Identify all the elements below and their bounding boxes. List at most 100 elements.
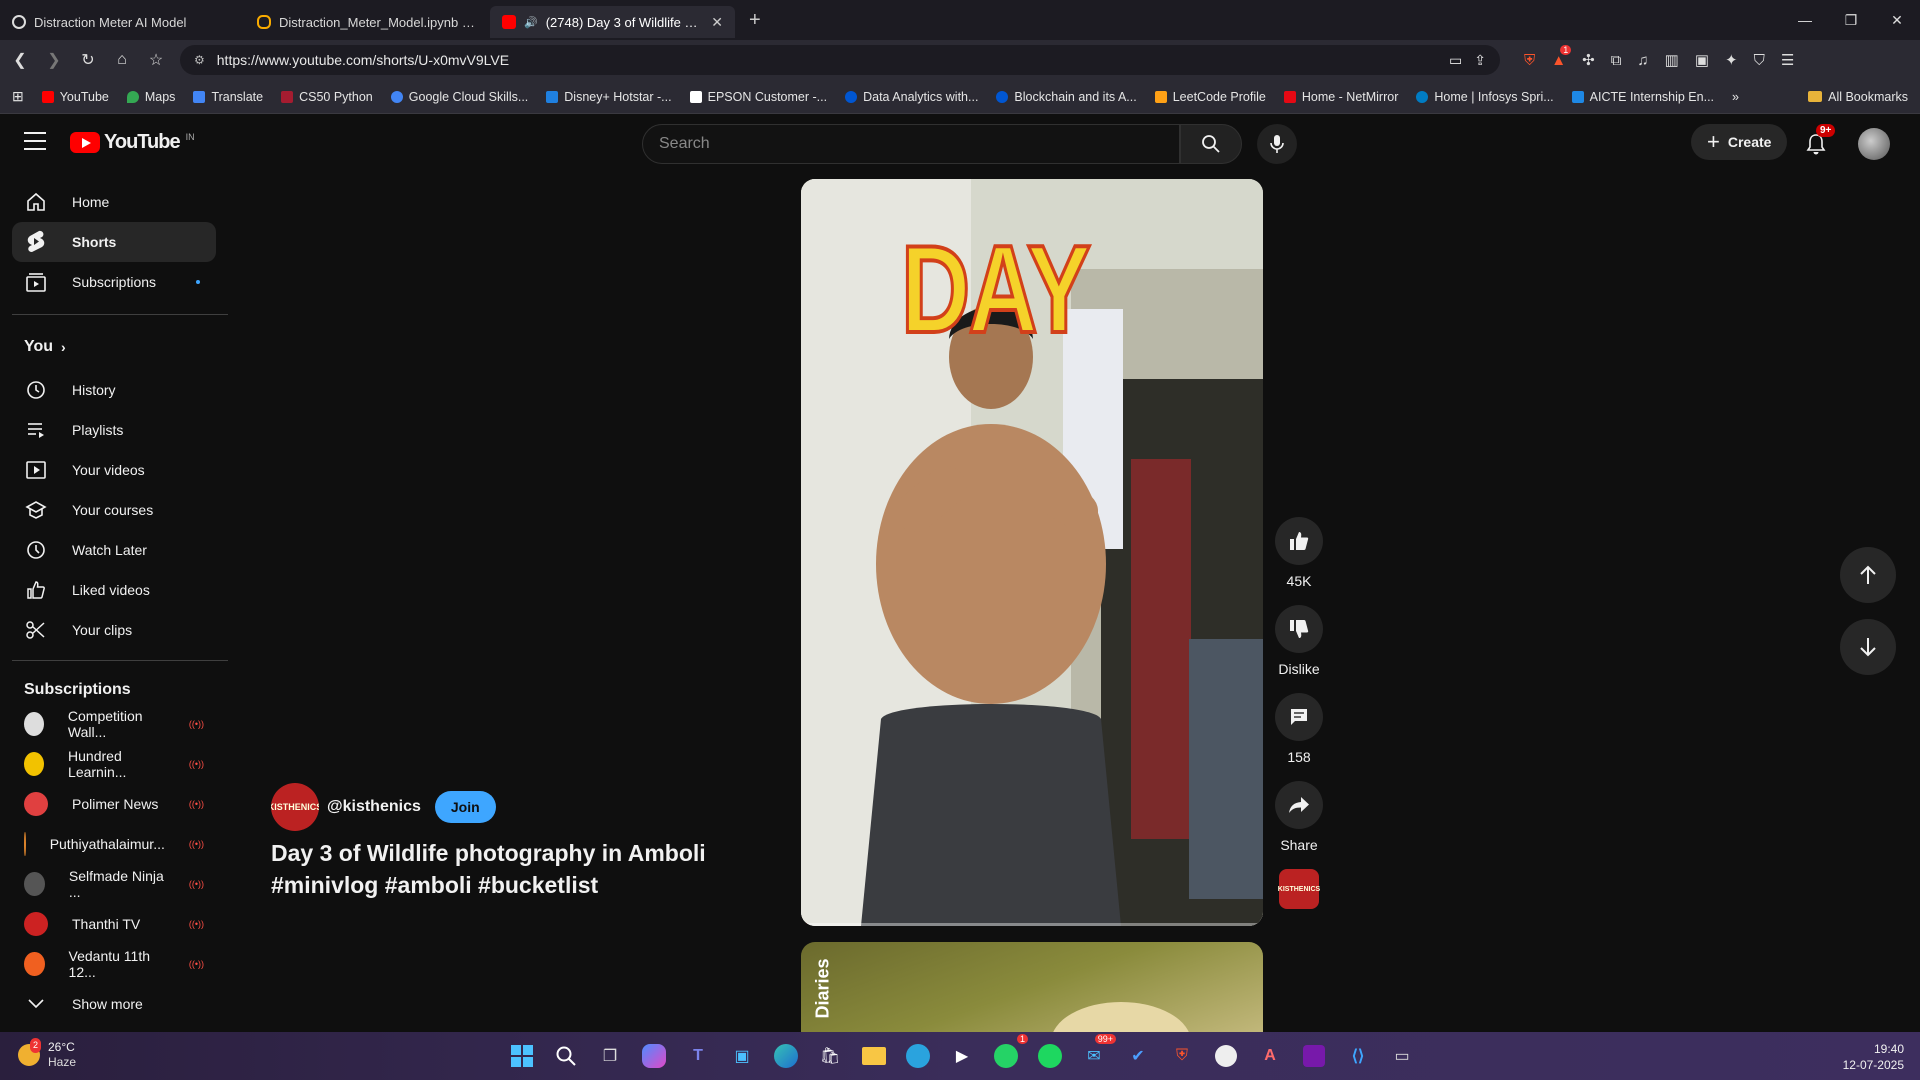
share-icon[interactable]: ⇪	[1474, 52, 1486, 69]
close-tab-icon[interactable]: ✕	[711, 14, 723, 31]
search-input[interactable]	[659, 135, 1163, 153]
show-more-button[interactable]: Show more	[12, 984, 216, 1024]
brave-icon[interactable]: ⛨	[1166, 1040, 1198, 1072]
weather-widget[interactable]: 2 26°C Haze	[18, 1038, 76, 1070]
bookmark-item[interactable]: CS50 Python	[281, 90, 373, 104]
bookmark-item[interactable]: Maps	[126, 90, 175, 104]
new-tab-button[interactable]: +	[749, 9, 761, 32]
short-title[interactable]: Day 3 of Wildlife photography in Amboli …	[271, 837, 771, 901]
bookmark-button[interactable]: ☆	[146, 50, 166, 70]
teams-icon[interactable]: T	[682, 1040, 714, 1072]
home-button[interactable]: ⌂	[112, 51, 132, 69]
todo-icon[interactable]: ✔	[1122, 1040, 1154, 1072]
media-icon[interactable]: ♫	[1637, 52, 1648, 69]
share-button[interactable]	[1275, 781, 1323, 829]
extensions-icon[interactable]: ✣	[1582, 51, 1595, 69]
media-player-icon[interactable]: ▶	[946, 1040, 978, 1072]
dislike-button[interactable]	[1275, 605, 1323, 653]
sidebar-item-history[interactable]: History	[12, 370, 216, 410]
minimize-button[interactable]: —	[1782, 0, 1828, 40]
youtube-logo[interactable]: YouTube IN	[70, 131, 195, 154]
sidebar-item-subscriptions[interactable]: Subscriptions	[12, 262, 216, 302]
brave-shield-icon[interactable]: ⛨	[1524, 52, 1535, 69]
search-button[interactable]	[1180, 124, 1242, 164]
short-video-player[interactable]: DAY	[801, 179, 1263, 926]
cast-icon[interactable]: ▭	[1449, 52, 1462, 69]
system-clock[interactable]: 19:40 12-07-2025	[1843, 1041, 1904, 1073]
bookmark-item[interactable]: Translate	[193, 90, 263, 104]
bookmark-item[interactable]: YouTube	[41, 90, 109, 104]
next-short-button[interactable]	[1840, 619, 1896, 675]
sidebar-item-shorts[interactable]: Shorts	[12, 222, 216, 262]
audio-playing-icon[interactable]: 🔊	[524, 16, 538, 29]
onenote-icon[interactable]	[1298, 1040, 1330, 1072]
store-icon[interactable]: 🛍	[814, 1040, 846, 1072]
bookmark-item[interactable]: Disney+ Hotstar -...	[546, 90, 672, 104]
restore-button[interactable]: ❐	[1828, 0, 1874, 40]
bookmark-item[interactable]: Blockchain and its A...	[996, 90, 1137, 104]
vpn-icon[interactable]: ⛉	[1754, 52, 1765, 69]
menu-icon[interactable]	[24, 132, 46, 156]
spotify-icon[interactable]	[1034, 1040, 1066, 1072]
all-bookmarks-button[interactable]: All Bookmarks	[1808, 90, 1908, 104]
reload-button[interactable]: ↻	[78, 50, 98, 70]
telegram-icon[interactable]	[902, 1040, 934, 1072]
sidebar-item-watch-later[interactable]: Watch Later	[12, 530, 216, 570]
whatsapp-icon[interactable]: 1	[990, 1034, 1028, 1072]
widgets-icon[interactable]: ▣	[726, 1040, 758, 1072]
address-bar[interactable]: ⚙ https://www.youtube.com/shorts/U-x0mvV…	[180, 45, 1500, 75]
task-view-icon[interactable]: ❐	[594, 1040, 626, 1072]
bookmark-item[interactable]: Data Analytics with...	[845, 90, 978, 104]
bookmark-item[interactable]: AICTE Internship En...	[1571, 90, 1714, 104]
sidebar-icon[interactable]: ▥	[1665, 51, 1679, 69]
apps-icon[interactable]: ⊞	[12, 88, 24, 105]
search-icon[interactable]	[550, 1040, 582, 1072]
subscription-item[interactable]: Vedantu 11th 12... ((•))	[12, 944, 216, 984]
like-button[interactable]	[1275, 517, 1323, 565]
bookmark-item[interactable]: Google Cloud Skills...	[390, 90, 528, 104]
sidebar-item-your-clips[interactable]: Your clips	[12, 610, 216, 650]
tab-youtube-short[interactable]: 🔊 (2748) Day 3 of Wildlife photo ✕	[490, 6, 735, 38]
start-icon[interactable]	[506, 1040, 538, 1072]
more-bookmarks-icon[interactable]: »	[1732, 90, 1739, 104]
you-section-heading[interactable]: You ›	[24, 338, 66, 356]
create-button[interactable]: + Create	[1691, 124, 1788, 160]
sidebar-item-your-videos[interactable]: Your videos	[12, 450, 216, 490]
wallet-icon[interactable]: ▣	[1695, 51, 1709, 69]
brave-rewards-icon[interactable]: ▲ 1	[1551, 44, 1572, 69]
tab-distraction-meter[interactable]: Distraction Meter AI Model	[0, 6, 245, 38]
comments-button[interactable]	[1275, 693, 1323, 741]
menu-icon[interactable]: ☰	[1781, 51, 1794, 69]
subscription-item[interactable]: Competition Wall... ((•))	[12, 704, 216, 744]
edge-icon[interactable]	[770, 1040, 802, 1072]
subscription-item[interactable]: Hundred Learnin... ((•))	[12, 744, 216, 784]
close-window-button[interactable]: ✕	[1874, 0, 1920, 40]
sidebar-item-liked-videos[interactable]: Liked videos	[12, 570, 216, 610]
channel-name[interactable]: @kisthenics	[327, 798, 421, 816]
account-avatar[interactable]	[1858, 128, 1890, 160]
adobe-icon[interactable]: A	[1254, 1040, 1286, 1072]
bookmark-item[interactable]: Home | Infosys Spri...	[1416, 90, 1554, 104]
sidebar-item-playlists[interactable]: Playlists	[12, 410, 216, 450]
leo-ai-icon[interactable]: ✦	[1725, 51, 1738, 69]
back-button[interactable]: ❮	[10, 50, 30, 70]
file-explorer-icon[interactable]	[858, 1040, 890, 1072]
subscription-item[interactable]: Thanthi TV ((•))	[12, 904, 216, 944]
channel-avatar[interactable]: KISTHENICS	[271, 783, 319, 831]
progress-bar[interactable]	[801, 923, 1263, 926]
previous-short-button[interactable]	[1840, 547, 1896, 603]
chatgpt-icon[interactable]	[1210, 1040, 1242, 1072]
site-info-icon[interactable]: ⚙	[194, 53, 205, 67]
join-button[interactable]: Join	[434, 791, 496, 823]
forward-button[interactable]: ❯	[44, 50, 64, 70]
bookmark-item[interactable]: EPSON Customer -...	[689, 90, 827, 104]
channel-avatar-small[interactable]: KISTHENICS	[1278, 869, 1320, 909]
terminal-icon[interactable]: ▭	[1386, 1040, 1418, 1072]
voice-search-button[interactable]	[1257, 124, 1297, 164]
screenshot-icon[interactable]: ⧉	[1611, 52, 1622, 69]
mail-icon[interactable]: ✉ 99+	[1078, 1034, 1116, 1072]
bookmark-item[interactable]: LeetCode Profile	[1154, 90, 1266, 104]
vscode-icon[interactable]: ⟨⟩	[1342, 1040, 1374, 1072]
sidebar-item-your-courses[interactable]: Your courses	[12, 490, 216, 530]
notifications-button[interactable]: 9+	[1800, 124, 1836, 160]
